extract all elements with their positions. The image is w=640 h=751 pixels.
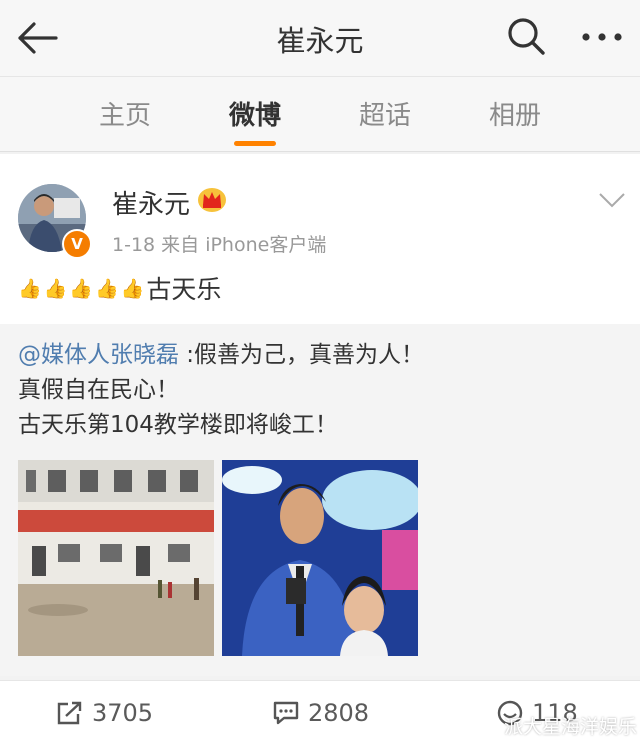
watermark-text: 派大星海洋娱乐 <box>504 716 638 738</box>
comment-count: 2808 <box>308 699 370 727</box>
reposted-content[interactable]: @媒体人张晓磊 :假善为己，真善为人！ 真假自在民心！ 古天乐第104教学楼即将… <box>0 324 640 676</box>
post-author-name[interactable]: 崔永元 <box>112 184 190 221</box>
thumbs-up-icon: 👍 <box>120 277 145 300</box>
comment-icon <box>273 701 299 725</box>
tab-album[interactable]: 相册 <box>465 95 565 132</box>
tab-weibo[interactable]: 微博 <box>205 95 305 132</box>
repost-count: 3705 <box>92 699 154 727</box>
gu-tianle-photo[interactable] <box>222 460 418 656</box>
post-body-text: 古天乐 <box>146 275 222 304</box>
chevron-down-icon[interactable] <box>598 191 626 209</box>
repost-line: 真假自在民心！ <box>18 377 179 403</box>
top-bar: 崔永元 <box>0 0 640 76</box>
wechat-icon <box>475 716 499 735</box>
repost-line: :假善为己，真善为人！ <box>179 342 425 368</box>
post-text: 👍 👍 👍 👍 👍 古天乐 <box>18 270 221 306</box>
profile-tabs: 主页 微博 超话 相册 <box>0 76 640 152</box>
verified-badge-icon: V <box>62 229 92 259</box>
comment-button[interactable]: 2808 <box>272 699 369 727</box>
thumbs-up-icon: 👍 <box>69 277 94 300</box>
more-icon[interactable] <box>578 20 626 54</box>
tab-super-topic[interactable]: 超话 <box>335 95 435 132</box>
thumbs-up-icon: 👍 <box>43 277 68 300</box>
school-building-photo[interactable] <box>18 460 214 656</box>
share-icon <box>57 701 82 725</box>
repost-line: 古天乐第104教学楼即将峻工！ <box>18 412 338 438</box>
mention-link[interactable]: @媒体人张晓磊 <box>18 342 179 368</box>
thumbs-up-icon: 👍 <box>18 277 42 300</box>
repost-text: @媒体人张晓磊 :假善为己，真善为人！ 真假自在民心！ 古天乐第104教学楼即将… <box>18 338 424 443</box>
post-card: V 崔永元 1-18 来自 iPhone客户端 👍 👍 👍 👍 👍 古天乐 @媒… <box>0 154 640 676</box>
crown-icon <box>198 188 226 212</box>
thumbs-up-icon: 👍 <box>95 277 119 300</box>
repost-button[interactable]: 3705 <box>56 699 153 727</box>
active-tab-indicator <box>234 141 276 146</box>
watermark: 派大星海洋娱乐 <box>474 712 637 739</box>
post-meta: 1-18 来自 iPhone客户端 <box>112 234 327 256</box>
search-icon[interactable] <box>504 14 548 58</box>
tab-home[interactable]: 主页 <box>75 95 175 132</box>
